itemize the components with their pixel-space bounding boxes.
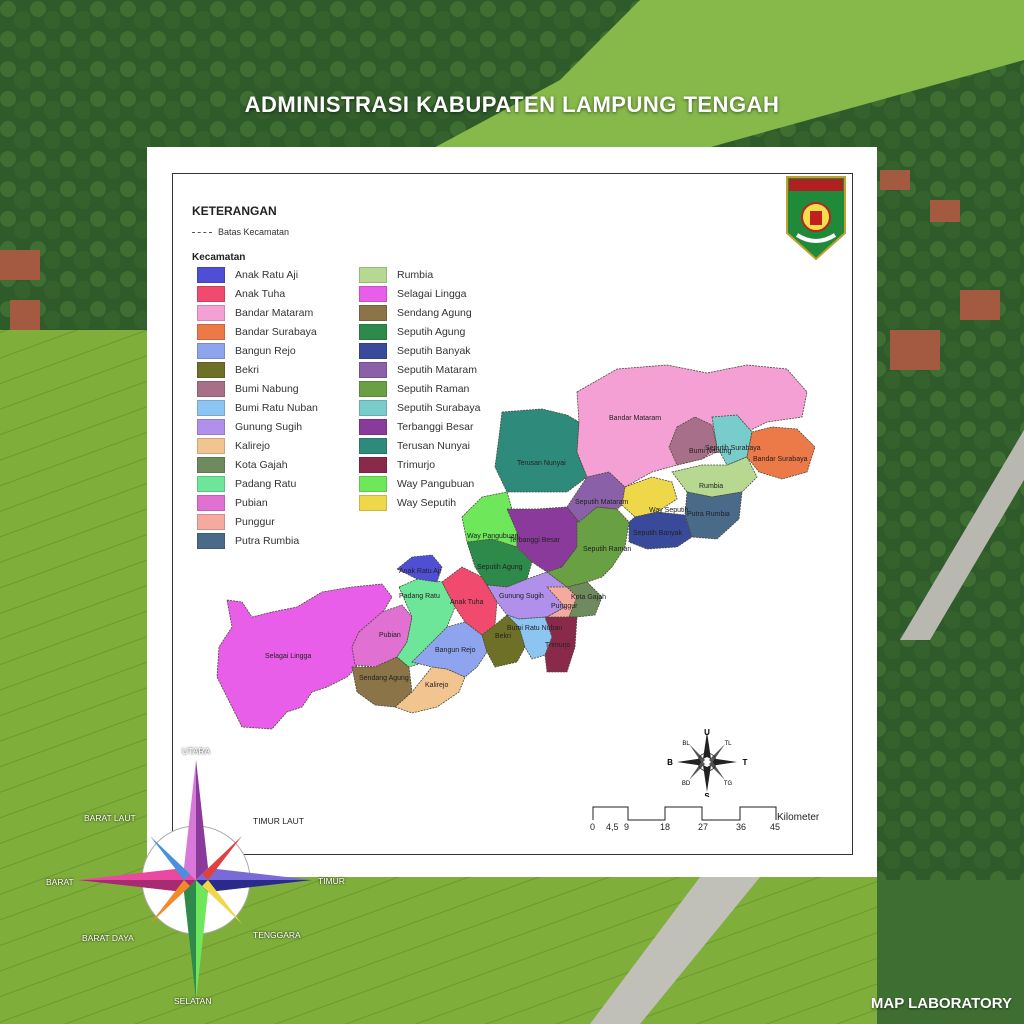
scale-tick-label: 18: [660, 822, 671, 832]
brand-label: MAP LABORATORY: [870, 995, 1012, 1012]
map-label-anak-ratu-aji: Anak Ratu Aji: [399, 568, 442, 575]
map-label-seputih-agung: Seputih Agung: [477, 564, 523, 571]
scale-tick-label: 27: [698, 822, 709, 832]
map-label-way-pangubuan: Way Pangubuan: [467, 533, 519, 540]
north-tg-label: TG: [724, 781, 733, 787]
map-label-punggur: Punggur: [551, 603, 578, 610]
north-u-label: U: [704, 728, 710, 737]
north-t-label: T: [743, 758, 748, 767]
map-label-seputih-raman: Seputih Raman: [583, 546, 632, 553]
map-label-sendang-agung: Sendang Agung: [359, 675, 409, 682]
scale-tick-label: 45: [770, 822, 781, 832]
map-label-way-seputih: Way Seputih: [649, 507, 689, 514]
scale-tick-label: 4,5: [606, 822, 619, 832]
map-label-putra-rumbia: Putra Rumbia: [687, 511, 730, 518]
map-label-bumi-ratu-nuban: Bumi Ratu Nuban: [507, 625, 563, 632]
compass-tenggara: TENGGARA: [253, 930, 301, 940]
north-bl-label: BL: [682, 741, 690, 747]
map-label-terusan-nunyai: Terusan Nunyai: [517, 460, 566, 467]
compass-timur: TIMUR: [318, 876, 345, 886]
north-arrow: U S B T BL TL BD TG: [667, 728, 748, 797]
scale-tick-label: 36: [736, 822, 747, 832]
map-label-gunung-sugih: Gunung Sugih: [499, 593, 544, 600]
compass-utara: UTARA: [182, 746, 211, 756]
north-b-label: B: [667, 758, 673, 767]
map-label-rumbia: Rumbia: [699, 483, 724, 490]
map-label-seputih-mataram: Seputih Mataram: [575, 499, 629, 506]
compass-barat-laut: BARAT LAUT: [84, 813, 136, 823]
compass-barat-daya: BARAT DAYA: [82, 933, 134, 943]
compass-selatan: SELATAN: [174, 996, 212, 1006]
scale-tick-label: 0: [590, 822, 596, 832]
scale-tick-label: 9: [624, 822, 630, 832]
map-label-bekri: Bekri: [495, 633, 511, 640]
map-label-kota-gajah: Kota Gajah: [571, 594, 607, 601]
map-label-trimurjo: Trimurjo: [545, 642, 571, 649]
map-label-bandar-mataram: Bandar Mataram: [609, 415, 662, 422]
map-label-selagai-lingga: Selagai Lingga: [265, 653, 312, 660]
map-label-padang-ratu: Padang Ratu: [399, 593, 440, 600]
compass-timur-laut: TIMUR LAUT: [253, 816, 304, 826]
scale-unit: Kilometer: [777, 812, 820, 823]
map-label-bandar-surabaya: Bandar Surabaya: [753, 456, 808, 463]
map-title: ADMINISTRASI KABUPATEN LAMPUNG TENGAH: [244, 92, 780, 117]
north-bd-label: BD: [682, 781, 691, 787]
scale-bar: [592, 806, 777, 821]
north-tl-label: TL: [724, 741, 732, 747]
map-label-kalirejo: Kalirejo: [425, 682, 449, 689]
map-label-anak-tuha: Anak Tuha: [450, 599, 484, 606]
north-s-label: S: [704, 792, 710, 797]
compass-barat: BARAT: [46, 877, 74, 887]
map-label-pubian: Pubian: [379, 632, 401, 639]
map-label-bangun-rejo: Bangun Rejo: [435, 647, 476, 654]
map-label-seputih-surabaya: Seputih Surabaya: [705, 445, 761, 452]
map-label-seputih-banyak: Seputih Banyak: [633, 530, 683, 537]
